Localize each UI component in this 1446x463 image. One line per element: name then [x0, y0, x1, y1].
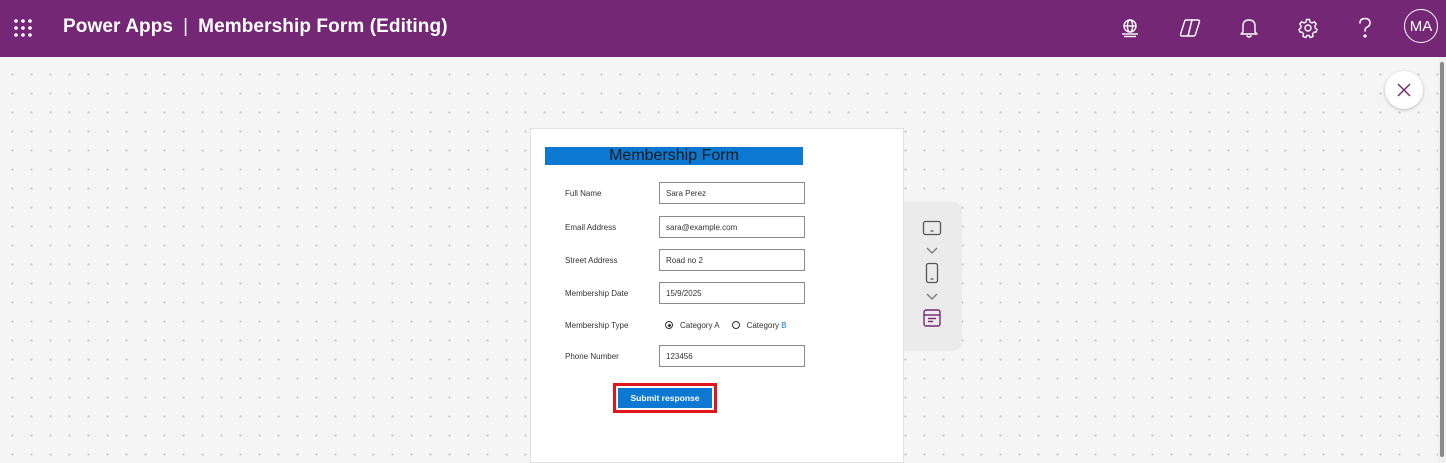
membership-type-label: Membership Type — [565, 321, 629, 330]
tablet-icon[interactable] — [921, 217, 943, 239]
chevron-down-icon[interactable] — [925, 289, 939, 300]
scrollbar-thumb[interactable] — [1440, 62, 1444, 457]
submit-response-button[interactable]: Submit response — [618, 388, 712, 408]
settings-gear-icon[interactable] — [1294, 14, 1322, 42]
full-name-label: Full Name — [565, 189, 602, 198]
title-separator: | — [183, 16, 189, 37]
phone-number-input[interactable] — [659, 345, 805, 367]
submit-highlight-frame: Submit response — [613, 383, 717, 413]
email-address-input[interactable] — [659, 216, 805, 238]
app-name[interactable]: Power Apps — [63, 16, 173, 37]
close-button[interactable] — [1385, 71, 1423, 109]
chevron-down-icon[interactable] — [925, 243, 939, 254]
environment-globe-icon[interactable] — [1116, 14, 1144, 42]
email-address-label: Email Address — [565, 223, 617, 232]
membership-form-screen: Membership Form Full Name Email Address … — [530, 128, 904, 463]
street-address-input[interactable] — [659, 249, 805, 271]
top-header-bar: Power Apps | Membership Form (Editing) M… — [0, 0, 1446, 57]
app-launcher-icon[interactable] — [13, 18, 33, 38]
app-title: Power Apps | Membership Form (Editing) — [63, 16, 448, 38]
radio-label: Category B — [746, 320, 787, 330]
radio-unselected-icon — [731, 321, 740, 329]
user-avatar[interactable]: MA — [1404, 9, 1438, 43]
close-icon — [1397, 83, 1411, 97]
membership-date-label: Membership Date — [565, 289, 629, 298]
radio-option-category-a[interactable]: Category A — [665, 321, 720, 330]
radio-label: Category A — [680, 320, 720, 330]
document-title: Membership Form (Editing) — [198, 16, 448, 37]
power-apps-editor: Power Apps | Membership Form (Editing) M… — [0, 0, 1446, 463]
help-question-icon[interactable] — [1351, 14, 1379, 42]
radio-selected-icon — [665, 321, 673, 329]
phone-icon[interactable] — [921, 262, 943, 284]
phone-number-label: Phone Number — [565, 352, 619, 361]
membership-date-input[interactable] — [659, 282, 805, 304]
full-name-input[interactable] — [659, 182, 805, 204]
device-preview-toolbar — [904, 202, 962, 351]
notifications-bell-icon[interactable] — [1235, 14, 1263, 42]
form-title[interactable]: Membership Form — [545, 147, 803, 165]
street-address-label: Street Address — [565, 256, 618, 265]
web-layout-icon[interactable] — [921, 307, 943, 329]
radio-option-category-b[interactable]: Category B — [731, 320, 787, 330]
membership-type-radio-group: Category A Category B — [665, 319, 799, 331]
copilot-icon[interactable] — [1176, 14, 1204, 42]
